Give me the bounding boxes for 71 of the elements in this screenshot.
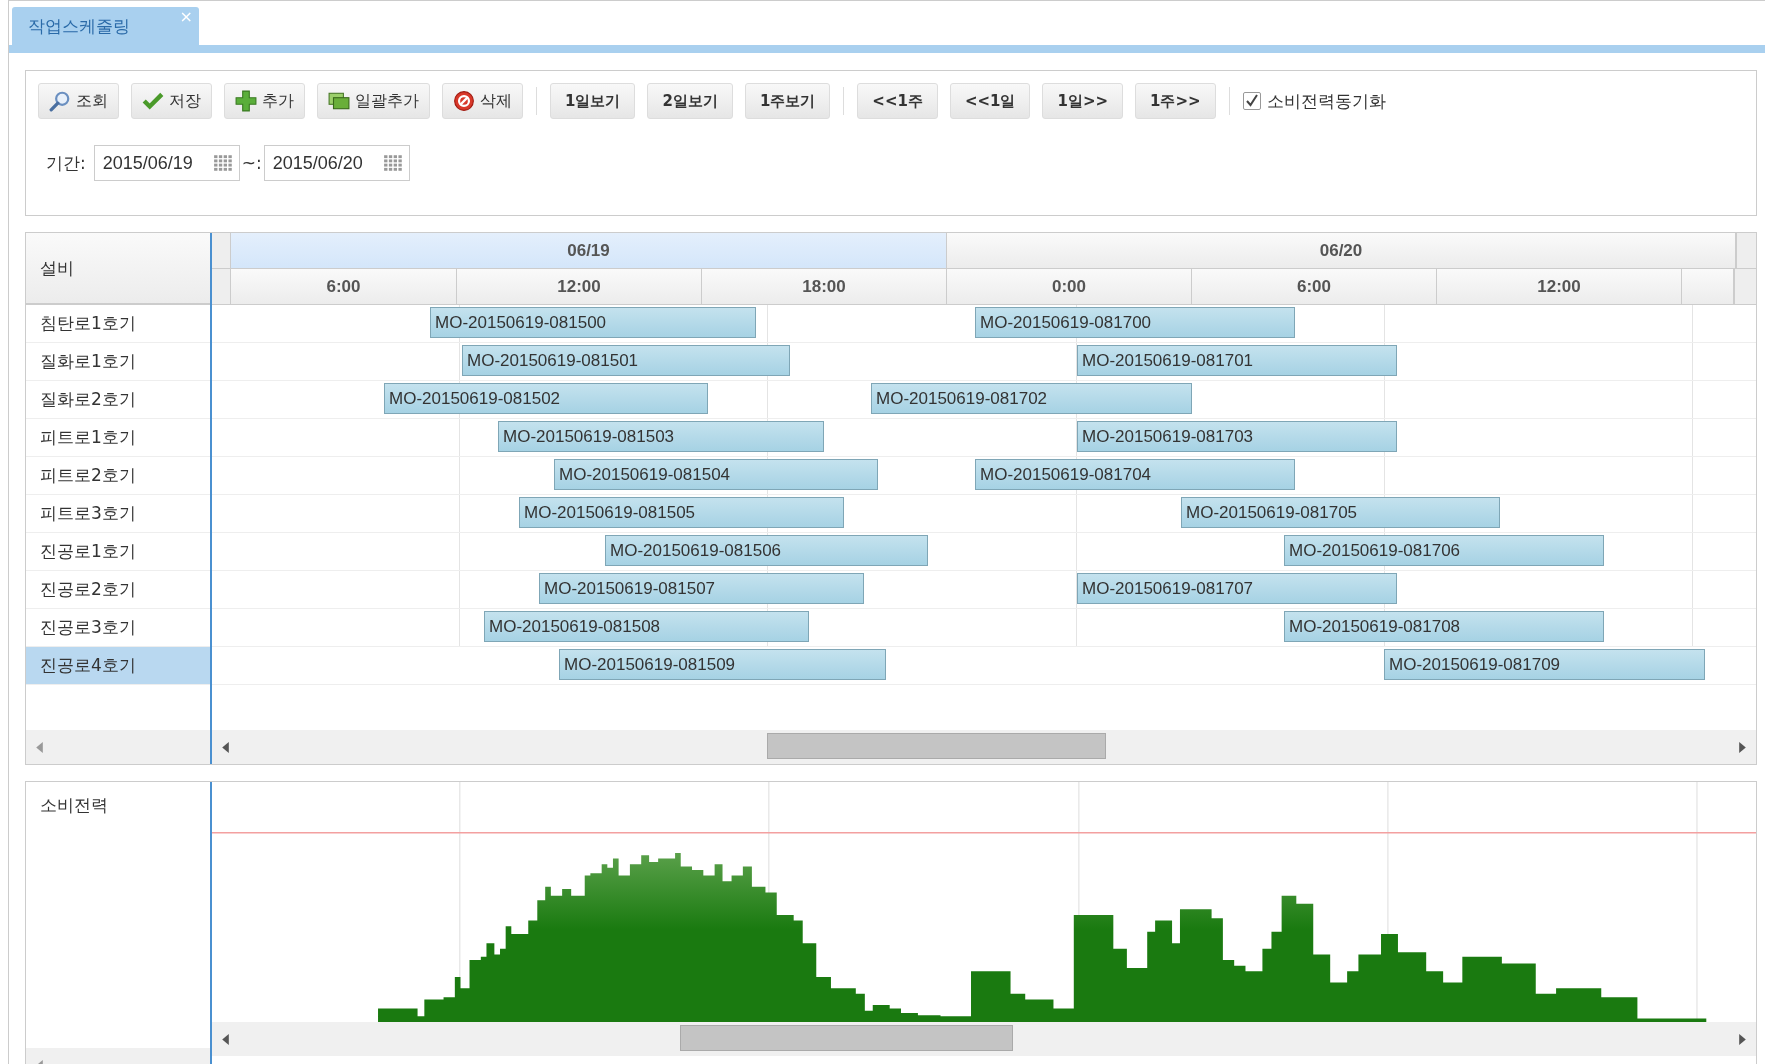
hour-header: 12:00 [1437,269,1682,304]
task-bar[interactable]: MO-20150619-081702 [871,383,1192,414]
task-bar[interactable]: MO-20150619-081704 [975,459,1295,490]
hour-header: 6:00 [231,269,457,304]
view-button[interactable]: 1주보기 [744,83,831,119]
view-button[interactable]: 1일>> [1042,83,1124,119]
toolbar-button[interactable]: 저장 [131,83,212,119]
task-bar[interactable]: MO-20150619-081708 [1284,611,1604,642]
task-bar[interactable]: MO-20150619-081505 [519,497,844,528]
day-header: 06/19 [231,233,947,268]
scroll-right-icon[interactable] [1739,1033,1746,1045]
range-separator: ~: [241,153,262,173]
task-bar[interactable]: MO-20150619-081502 [384,383,708,414]
view-button[interactable]: 2일보기 [647,83,733,119]
task-bar[interactable]: MO-20150619-081703 [1077,421,1397,452]
scroll-left-icon[interactable] [222,741,229,753]
stacked-boxes-icon [328,90,350,112]
calendar-icon[interactable] [212,154,233,172]
task-bar[interactable]: MO-20150619-081503 [498,421,824,452]
check-icon [142,90,164,112]
toolbar-button[interactable]: 조회 [38,83,119,119]
toolbar-button[interactable]: 추가 [224,83,305,119]
plus-icon [235,90,257,112]
equipment-row[interactable]: 진공로1호기 [26,533,210,571]
task-bar[interactable]: MO-20150619-081706 [1284,535,1604,566]
toolbar-button[interactable]: 일괄추가 [317,83,430,119]
hour-header: 0:00 [947,269,1192,304]
task-bar[interactable]: MO-20150619-081709 [1384,649,1705,680]
hour-header: 6:00 [1192,269,1437,304]
checkbox-label[interactable]: 소비전력동기화 [1266,89,1386,113]
view-button[interactable]: 1일보기 [550,83,636,119]
checkbox[interactable] [1242,92,1261,110]
column-header: 설비 [26,233,210,305]
power-label: 소비전력 [40,795,108,815]
equipment-row[interactable]: 질화로1호기 [26,343,210,381]
task-bar[interactable]: MO-20150619-081509 [559,649,886,680]
period-label: 기간: [46,151,86,175]
equipment-row[interactable]: 피트로1호기 [26,419,210,457]
scrollbar-thumb[interactable] [767,733,1106,759]
date-field[interactable]: 2015/06/20 [263,145,410,181]
equipment-row[interactable]: 피트로3호기 [26,495,210,533]
task-bar[interactable]: MO-20150619-081705 [1181,497,1500,528]
equipment-row[interactable]: 침탄로1호기 [26,305,210,343]
date-field[interactable]: 2015/06/19 [93,145,240,181]
hour-header: 12:00 [457,269,702,304]
scroll-left-icon[interactable] [222,1033,229,1045]
task-bar[interactable]: MO-20150619-081500 [430,307,756,338]
toolbar-button[interactable]: 삭제 [442,83,523,119]
view-button[interactable]: <<1주 [857,83,938,119]
calendar-icon[interactable] [382,154,403,172]
equipment-row[interactable]: 진공로2호기 [26,571,210,609]
view-button[interactable]: <<1일 [949,83,1031,119]
equipment-row[interactable]: 피트로2호기 [26,457,210,495]
hour-header: 18:00 [702,269,947,304]
equipment-row[interactable]: 질화로2호기 [26,381,210,419]
task-bar[interactable]: MO-20150619-081501 [462,345,790,376]
view-button[interactable]: 1주>> [1135,83,1216,119]
task-bar[interactable]: MO-20150619-081507 [539,573,864,604]
day-header: 06/20 [947,233,1736,268]
task-bar[interactable]: MO-20150619-081508 [484,611,809,642]
tab[interactable]: 작업스케줄링 × [12,7,199,45]
prohibited-icon [453,90,475,112]
equipment-row[interactable]: 진공로4호기 [26,647,210,685]
task-bar[interactable]: MO-20150619-081700 [975,307,1295,338]
scrollbar-thumb[interactable] [680,1025,1013,1051]
task-bar[interactable]: MO-20150619-081506 [605,535,928,566]
task-bar[interactable]: MO-20150619-081707 [1077,573,1397,604]
task-bar[interactable]: MO-20150619-081504 [554,459,878,490]
task-bar[interactable]: MO-20150619-081701 [1077,345,1397,376]
scroll-right-icon[interactable] [1739,741,1746,753]
search-icon [49,90,71,112]
